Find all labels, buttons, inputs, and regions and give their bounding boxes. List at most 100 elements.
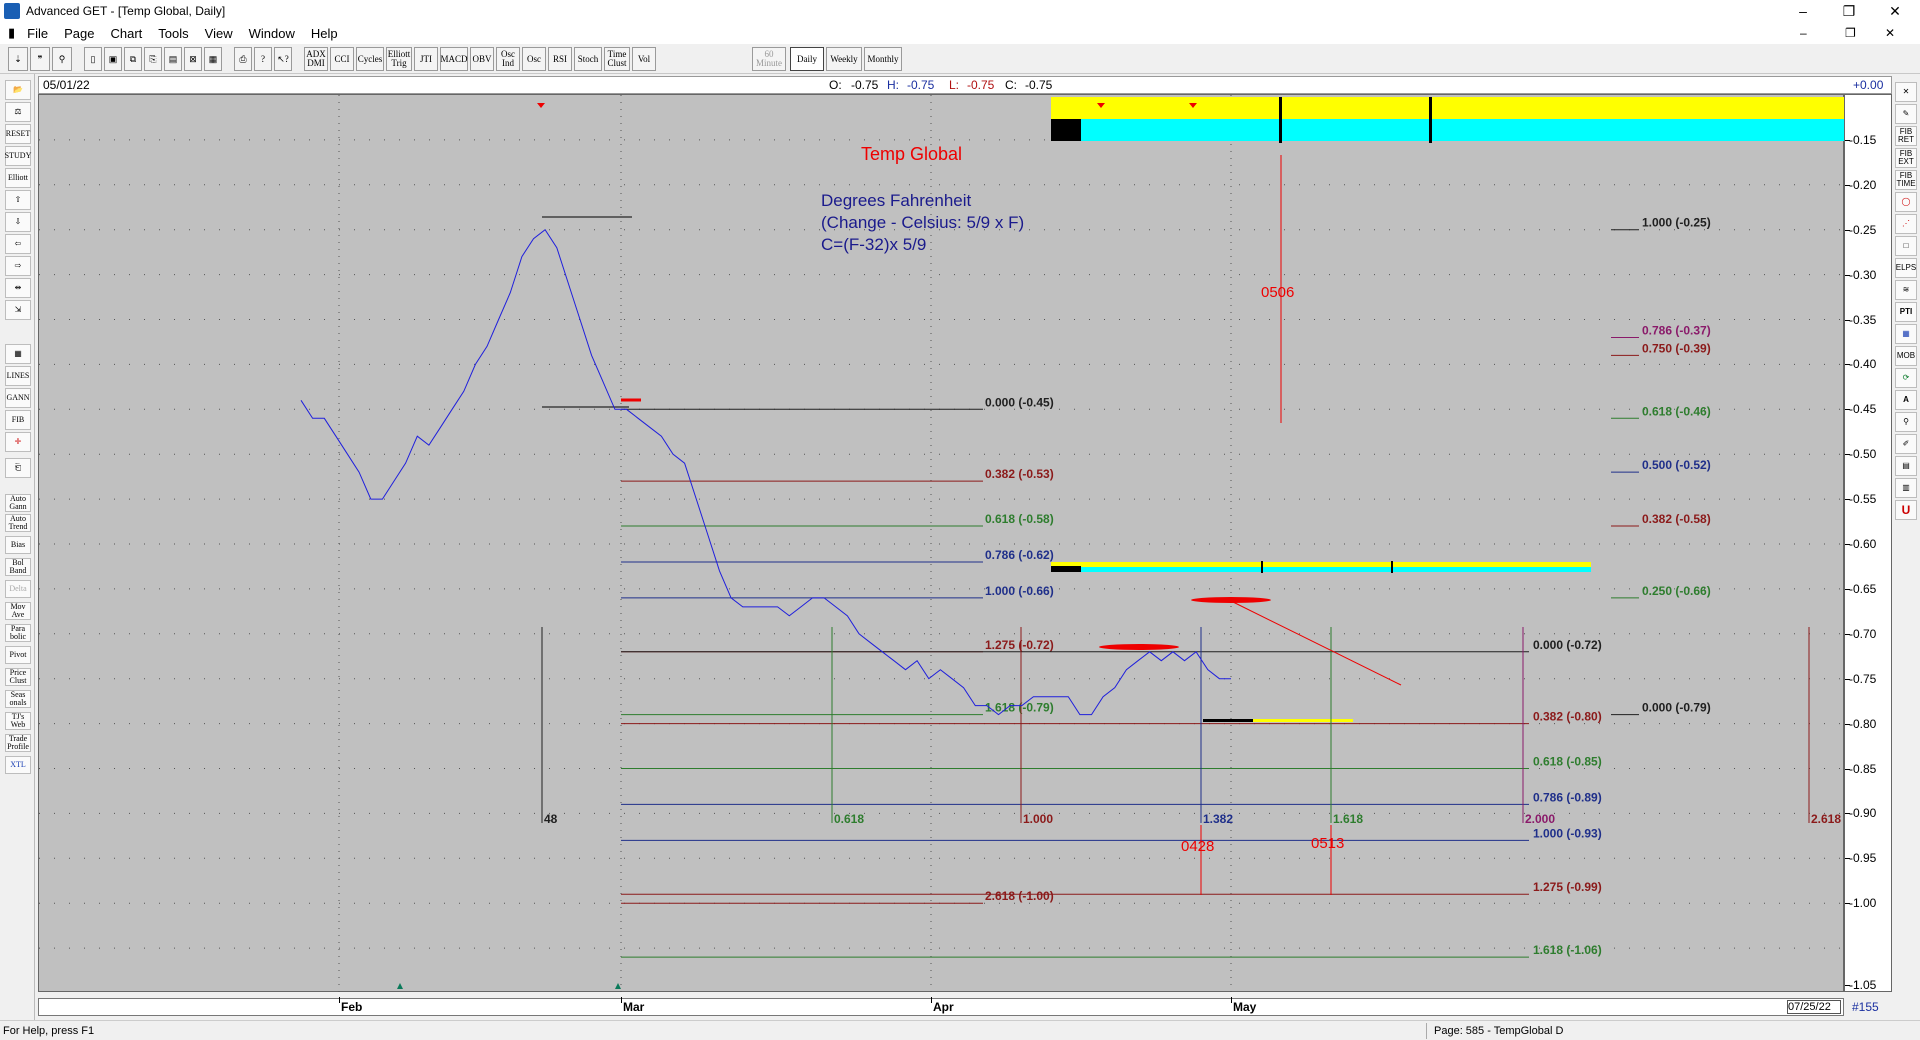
export-icon[interactable]: ⎗ xyxy=(5,458,31,478)
study-osc-ind[interactable]: Osc Ind xyxy=(496,47,520,71)
chart-svg[interactable]: 0.000 (-0.45) 0.382 (-0.53) 0.618 (-0.58) 0… xyxy=(39,95,1845,993)
down-arrow-icon[interactable]: ⇩ xyxy=(5,212,31,232)
paste-icon[interactable]: ⎘ xyxy=(144,47,162,71)
right-arrow-icon[interactable]: ⇨ xyxy=(5,256,31,276)
grid-icon[interactable]: ▦ xyxy=(204,47,222,71)
reset-button[interactable]: RESET xyxy=(5,124,31,144)
pointer-icon[interactable]: ⇣ xyxy=(8,47,28,71)
study-tjs-web[interactable]: TJ's Web xyxy=(5,712,31,730)
period-60-minute[interactable]: 60 Minute xyxy=(752,47,786,71)
y-tick-mark xyxy=(1845,319,1850,321)
period-monthly[interactable]: Monthly xyxy=(864,47,902,71)
mdi-minimize-button[interactable]: – xyxy=(1800,26,1807,40)
mob-button[interactable]: MOB xyxy=(1895,346,1917,366)
search-icon[interactable]: ⚲ xyxy=(1895,412,1917,432)
zoom-icon[interactable]: ⚲ xyxy=(52,47,72,71)
open-icon[interactable]: 📂 xyxy=(5,80,31,100)
study-auto-trend[interactable]: Auto Trend xyxy=(5,514,31,532)
study-obv[interactable]: OBV xyxy=(470,47,494,71)
table-icon[interactable]: ▦ xyxy=(1895,324,1917,344)
menu-help[interactable]: Help xyxy=(303,26,346,41)
fan-icon[interactable]: ⋰ xyxy=(1895,214,1917,234)
expand-icon[interactable]: ⇹ xyxy=(5,278,31,298)
period-weekly[interactable]: Weekly xyxy=(826,47,862,71)
grid-icon[interactable]: ▦ xyxy=(5,344,31,364)
study-osc[interactable]: Osc xyxy=(522,47,546,71)
book-icon[interactable]: ▥ xyxy=(1895,478,1917,498)
fib-right-label: 1.000 (-0.25) xyxy=(1642,216,1711,230)
document-icon[interactable]: ▮ xyxy=(0,25,19,41)
crosshair-icon[interactable]: ✛ xyxy=(5,432,31,452)
period-daily[interactable]: Daily xyxy=(790,47,824,71)
menu-tools[interactable]: Tools xyxy=(150,26,196,41)
print-icon[interactable]: ⎙ xyxy=(234,47,252,71)
study-delta[interactable]: Delta xyxy=(5,580,31,598)
study-price-clust[interactable]: Price Clust xyxy=(5,668,31,686)
study-auto-gann[interactable]: Auto Gann xyxy=(5,494,31,512)
ruler-icon[interactable]: ▤ xyxy=(1895,456,1917,476)
paint-icon[interactable]: ✐ xyxy=(1895,434,1917,454)
menu-chart[interactable]: Chart xyxy=(102,26,150,41)
elps-button[interactable]: ELPS xyxy=(1895,258,1917,278)
study-cci[interactable]: CCI xyxy=(330,47,354,71)
study-seasonals[interactable]: Seas onals xyxy=(5,690,31,708)
mdi-close-button[interactable]: ✕ xyxy=(1885,26,1895,40)
magnet-button[interactable]: U xyxy=(1895,500,1917,520)
study-parabolic[interactable]: Para bolic xyxy=(5,624,31,642)
maximize-button[interactable]: ❐ xyxy=(1826,0,1872,22)
new-icon[interactable]: ▯ xyxy=(84,47,102,71)
delete-icon[interactable]: ⊠ xyxy=(184,47,202,71)
text-tool-button[interactable]: A xyxy=(1895,390,1917,410)
gann-button[interactable]: GANN xyxy=(5,388,31,408)
close-icon[interactable]: ✕ xyxy=(1895,82,1917,102)
study-trade-profile[interactable]: Trade Profile xyxy=(5,734,31,752)
close-button[interactable]: ✕ xyxy=(1872,0,1918,22)
study-rsi[interactable]: RSI xyxy=(548,47,572,71)
quote-icon[interactable]: ❞ xyxy=(30,47,50,71)
refresh-icon[interactable]: ⟳ xyxy=(1895,368,1917,388)
study-bol-band[interactable]: Bol Band xyxy=(5,558,31,576)
fib-button[interactable]: FIB xyxy=(5,410,31,430)
study-cycles[interactable]: Cycles xyxy=(356,47,384,71)
pti-button[interactable]: PTI xyxy=(1895,302,1917,322)
study-stoch[interactable]: Stoch xyxy=(574,47,602,71)
study-xtl[interactable]: XTL xyxy=(5,756,31,774)
study-elliott-trig[interactable]: Elliott Trig xyxy=(386,47,412,71)
help-icon[interactable]: ? xyxy=(254,47,272,71)
fib-time-button[interactable]: FIB TIME xyxy=(1895,170,1917,190)
left-arrow-icon[interactable]: ⇦ xyxy=(5,234,31,254)
study-vol[interactable]: Vol xyxy=(632,47,656,71)
study-mov-ave[interactable]: Mov Ave xyxy=(5,602,31,620)
chart-area[interactable]: 0.000 (-0.45) 0.382 (-0.53) 0.618 (-0.58) 0… xyxy=(38,94,1845,993)
context-help-icon[interactable]: ↖? xyxy=(274,47,292,71)
menu-file[interactable]: File xyxy=(19,26,56,41)
menu-view[interactable]: View xyxy=(197,26,241,41)
x-tick-mark xyxy=(1231,997,1232,1003)
fib-ret-button[interactable]: FIB RET xyxy=(1895,126,1917,146)
square-icon[interactable]: □ xyxy=(1895,236,1917,256)
mdi-restore-button[interactable]: ❐ xyxy=(1845,26,1856,40)
menu-page[interactable]: Page xyxy=(56,26,102,41)
elliott-button[interactable]: Elliott xyxy=(5,168,31,188)
study-bias[interactable]: Bias xyxy=(5,536,31,554)
circle-icon[interactable]: ◯ xyxy=(1895,192,1917,212)
save-icon[interactable]: ▣ xyxy=(104,47,122,71)
study-pivot[interactable]: Pivot xyxy=(5,646,31,664)
lines-icon[interactable]: ≋ xyxy=(1895,280,1917,300)
fib-ext-button[interactable]: FIB EXT xyxy=(1895,148,1917,168)
study-adx-dmi[interactable]: ADX DMI xyxy=(304,47,328,71)
low-value: -0.75 xyxy=(967,78,995,92)
study-macd[interactable]: MACD xyxy=(440,47,468,71)
minimize-button[interactable]: – xyxy=(1780,0,1826,22)
lines-button[interactable]: LINES xyxy=(5,366,31,386)
compare-icon[interactable]: ⚖ xyxy=(5,102,31,122)
study-jti[interactable]: JTI xyxy=(414,47,438,71)
pencil-icon[interactable]: ✎ xyxy=(1895,104,1917,124)
compress-icon[interactable]: ⇲ xyxy=(5,300,31,320)
menu-window[interactable]: Window xyxy=(241,26,303,41)
up-arrow-icon[interactable]: ⇧ xyxy=(5,190,31,210)
study-button[interactable]: STUDY xyxy=(5,146,31,166)
copy-icon[interactable]: ⧉ xyxy=(124,47,142,71)
print-preview-icon[interactable]: ▤ xyxy=(164,47,182,71)
study-time-clust[interactable]: Time Clust xyxy=(604,47,630,71)
